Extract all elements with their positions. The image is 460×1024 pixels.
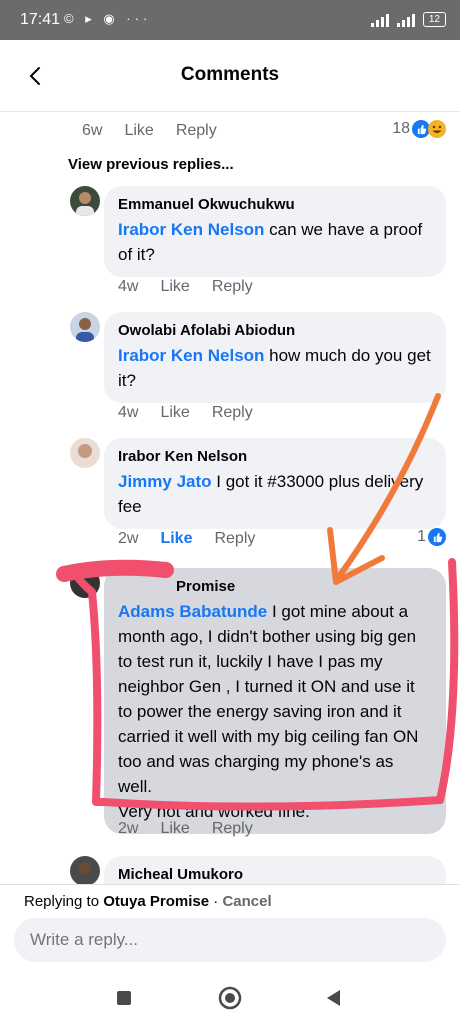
avatar[interactable] [70, 568, 100, 598]
comment-time: 4w [118, 278, 139, 295]
comment-text-line2: Very hot and worked fine. [118, 802, 310, 821]
reaction-count: 18 [392, 120, 410, 137]
recent-apps-icon[interactable] [110, 984, 138, 1012]
avatar[interactable] [70, 312, 100, 342]
like-button[interactable]: Like [124, 122, 153, 140]
comment-bubble: Promise Adams Babatunde I got mine about… [104, 568, 446, 834]
comment-time: 2w [118, 530, 139, 547]
comment-meta: 4w Like Reply [118, 278, 253, 296]
reply-input[interactable] [14, 918, 446, 962]
avatar[interactable] [70, 186, 100, 216]
comment-author[interactable]: Micheal Umukoro [118, 866, 432, 883]
reply-button[interactable]: Reply [212, 278, 253, 296]
reply-button[interactable]: Reply [176, 122, 217, 140]
comment-text: I got mine about a month ago, I didn't b… [118, 602, 419, 796]
view-previous-replies[interactable]: View previous replies... [68, 156, 234, 173]
comment-time: 2w [118, 820, 139, 837]
back-nav-icon[interactable] [320, 984, 348, 1012]
comment-author[interactable]: Promise [118, 578, 432, 595]
replying-separator: · [209, 893, 223, 910]
comment-author[interactable]: Owolabi Afolabi Abiodun [118, 322, 432, 339]
page-title: Comments [180, 64, 280, 85]
avatar[interactable] [70, 856, 100, 884]
reaction-summary[interactable]: 18 [392, 120, 446, 138]
reply-button[interactable]: Reply [212, 404, 253, 422]
comment-feed[interactable]: 6w Like Reply 18 View previous replies..… [0, 112, 460, 884]
like-button[interactable]: Like [160, 820, 189, 838]
home-icon[interactable] [216, 984, 244, 1012]
notification-icons: © ▸ ◉ ··· [64, 11, 152, 26]
comment-time: 6w [82, 122, 103, 139]
replying-prefix: Replying to [24, 893, 104, 910]
reaction-summary[interactable]: 1 [417, 528, 446, 546]
system-nav-bar [0, 972, 460, 1024]
battery-icon: 12 [422, 12, 446, 27]
like-button[interactable]: Like [160, 404, 189, 422]
mention-link[interactable]: Adams Babatunde [118, 602, 267, 621]
cancel-reply-button[interactable]: Cancel [222, 893, 271, 910]
reply-button[interactable]: Reply [212, 820, 253, 838]
comment-bubble: Emmanuel Okwuchukwu Irabor Ken Nelson ca… [104, 186, 446, 277]
comment-time: 4w [118, 404, 139, 421]
status-right: 12 [370, 12, 446, 27]
comment-bubble: Owolabi Afolabi Abiodun Irabor Ken Nelso… [104, 312, 446, 403]
like-button[interactable]: Like [160, 278, 189, 296]
comment-bubble: Irabor Ken Nelson Jimmy Jato I got it #3… [104, 438, 446, 529]
mention-link[interactable]: Jimmy Jato [118, 472, 212, 491]
mention-link[interactable]: Irabor Ken Nelson [118, 220, 264, 239]
replying-to-bar: Replying to Otuya Promise · Cancel [0, 884, 460, 918]
like-reaction-icon [428, 528, 446, 546]
comment-author[interactable]: Irabor Ken Nelson [118, 448, 432, 465]
parent-comment-meta: 6w Like Reply [82, 122, 217, 140]
comment-author[interactable]: Emmanuel Okwuchukwu [118, 196, 432, 213]
signal-icon [370, 13, 389, 27]
signal-2-icon [396, 13, 415, 27]
comment-bubble: Micheal Umukoro [104, 856, 446, 884]
reaction-count: 1 [417, 528, 426, 545]
avatar[interactable] [70, 438, 100, 468]
mention-link[interactable]: Irabor Ken Nelson [118, 346, 264, 365]
header: Comments [0, 40, 460, 112]
like-button[interactable]: Like [160, 530, 192, 548]
status-bar: 17:41 © ▸ ◉ ··· 12 [0, 0, 460, 40]
comment-meta: 2w Like Reply [118, 820, 253, 838]
comment-meta: 2w Like Reply [118, 530, 255, 548]
haha-reaction-icon [428, 120, 446, 138]
status-time: 17:41 [20, 11, 61, 28]
comment-meta: 4w Like Reply [118, 404, 253, 422]
replying-target: Otuya Promise [103, 893, 210, 910]
reply-button[interactable]: Reply [214, 530, 255, 548]
